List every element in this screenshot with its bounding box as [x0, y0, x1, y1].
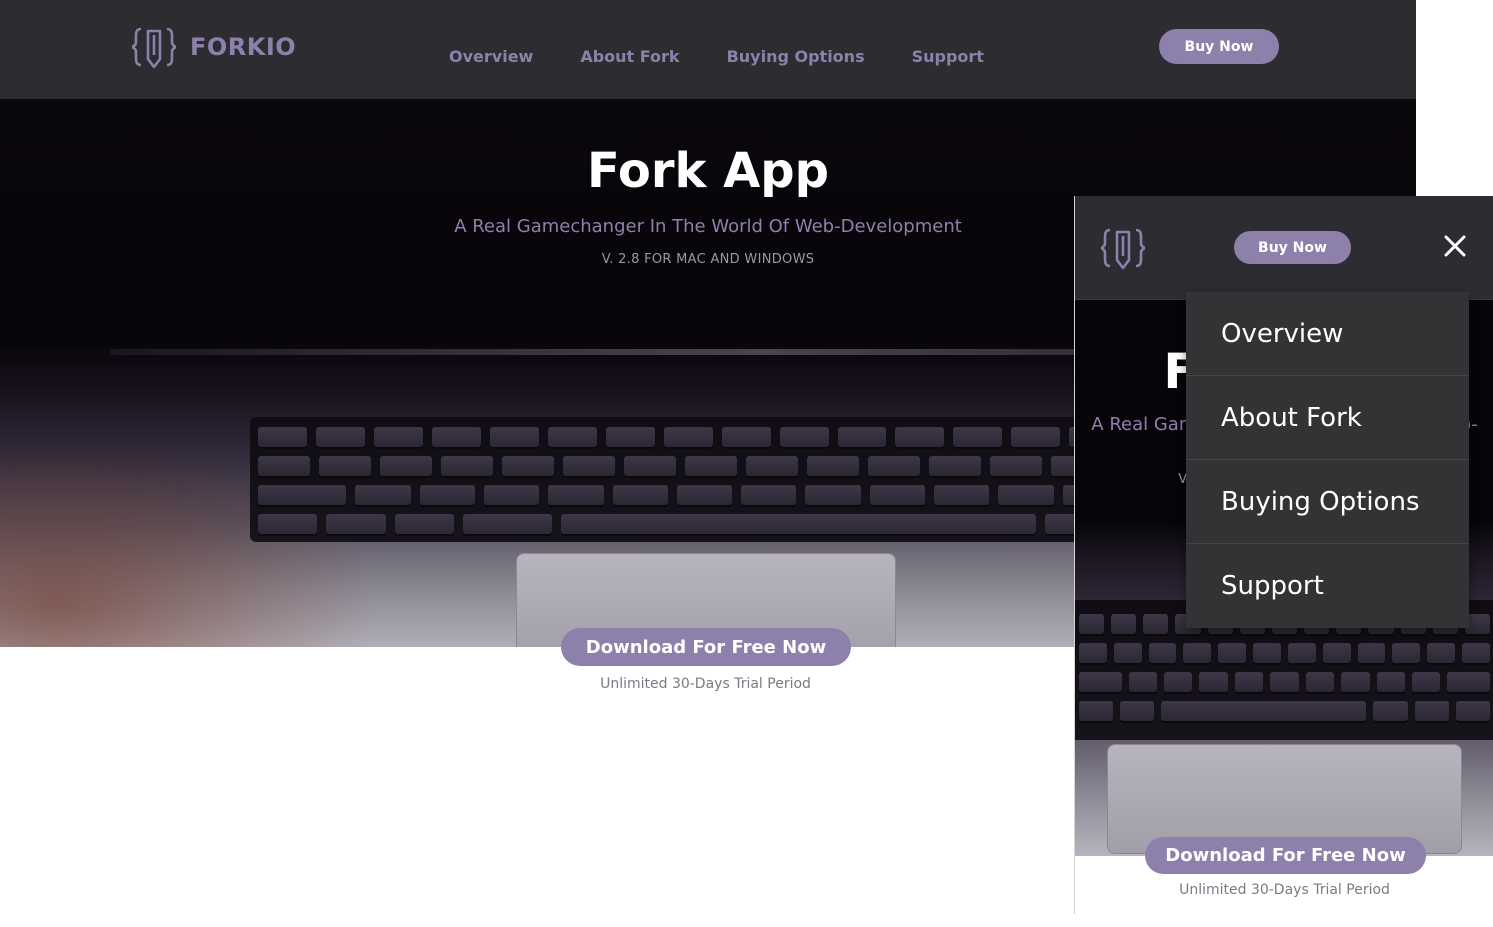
hero-title: Fork App	[587, 143, 829, 199]
mobile-trial-text: Unlimited 30-Days Trial Period	[1179, 882, 1390, 898]
mobile-dropdown-menu: Overview About Fork Buying Options Suppo…	[1186, 292, 1469, 628]
nav-about-fork[interactable]: About Fork	[580, 47, 679, 66]
close-icon[interactable]	[1441, 232, 1469, 260]
desktop-header: FORKIO Overview About Fork Buying Option…	[0, 0, 1416, 99]
logo-text: FORKIO	[190, 33, 297, 61]
menu-item-buying-options[interactable]: Buying Options	[1186, 460, 1469, 544]
main-nav: Overview About Fork Buying Options Suppo…	[449, 47, 984, 66]
mobile-view: Fork App A Real Gamechanger In The World…	[1074, 196, 1493, 914]
mobile-header: Buy Now	[1075, 196, 1493, 300]
mobile-brand-logo[interactable]	[1101, 226, 1145, 270]
buy-now-button[interactable]: Buy Now	[1159, 29, 1279, 64]
logo-icon	[132, 27, 176, 69]
brand-logo[interactable]: FORKIO	[132, 25, 296, 69]
menu-item-support[interactable]: Support	[1186, 544, 1469, 628]
nav-overview[interactable]: Overview	[449, 47, 533, 66]
download-button[interactable]: Download For Free Now	[561, 628, 851, 666]
nav-buying-options[interactable]: Buying Options	[727, 47, 865, 66]
menu-item-overview[interactable]: Overview	[1186, 292, 1469, 376]
nav-support[interactable]: Support	[912, 47, 984, 66]
mobile-download-button[interactable]: Download For Free Now	[1145, 837, 1426, 874]
logo-icon	[1101, 228, 1145, 270]
menu-item-about-fork[interactable]: About Fork	[1186, 376, 1469, 460]
mobile-buy-now-button[interactable]: Buy Now	[1234, 231, 1351, 264]
